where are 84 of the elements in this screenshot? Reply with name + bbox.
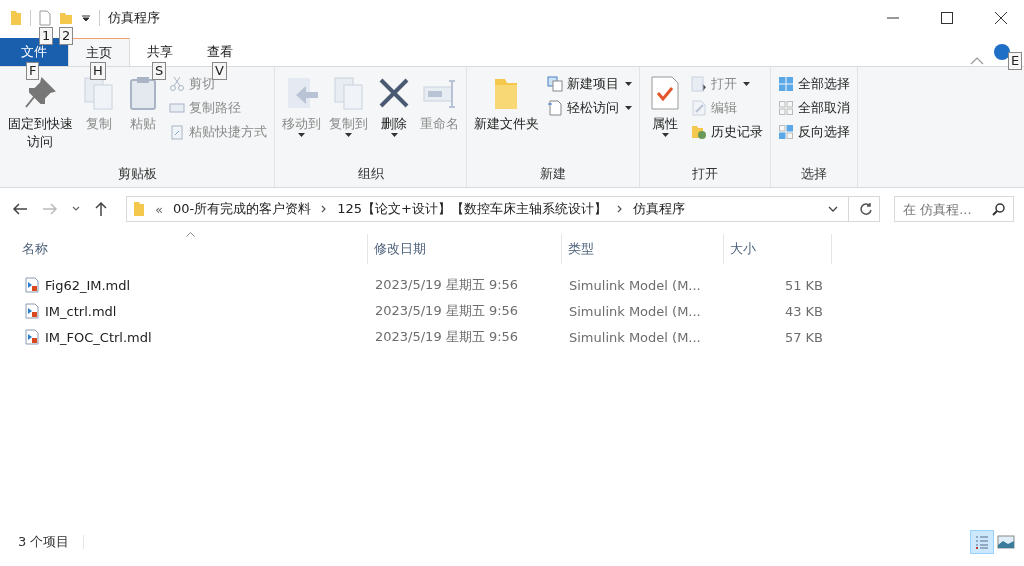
ribbon-button[interactable]: 全部选择 bbox=[775, 73, 853, 95]
table-cell-text: Simulink Model (M... bbox=[568, 303, 702, 319]
file-name[interactable]: IM_FOC_Ctrl.mdl bbox=[45, 329, 152, 345]
sort-caret-icon bbox=[186, 232, 195, 237]
keytip: V bbox=[212, 62, 227, 80]
column-header[interactable]: 修改日期 bbox=[374, 240, 426, 258]
grid-icon bbox=[778, 124, 794, 140]
new-item-icon bbox=[547, 76, 563, 92]
maximize-icon[interactable] bbox=[941, 12, 953, 24]
caret-icon bbox=[345, 133, 352, 137]
grid-icon bbox=[778, 100, 794, 116]
model-file-icon bbox=[25, 303, 39, 319]
overflow-chevron[interactable]: « bbox=[155, 201, 163, 217]
table-cell-text: 57 KB bbox=[783, 329, 824, 345]
dropdown-icon[interactable] bbox=[81, 13, 91, 23]
keytip: F bbox=[26, 62, 40, 80]
table-cell-text: 51 KB bbox=[783, 277, 824, 293]
ribbon-button[interactable]: 轻松访问 bbox=[544, 97, 635, 119]
up-arrow-icon[interactable] bbox=[94, 201, 108, 217]
group-label: 打开 bbox=[691, 165, 719, 183]
table-cell-text: 2023/5/19 星期五 9:56 bbox=[374, 328, 520, 346]
back-arrow-icon[interactable] bbox=[12, 202, 28, 216]
history-icon bbox=[691, 124, 707, 140]
group-label: 组织 bbox=[356, 165, 385, 183]
keytip: 1 bbox=[39, 27, 54, 45]
refresh-icon[interactable] bbox=[859, 202, 873, 216]
search-field[interactable]: 在 仿真程... bbox=[894, 196, 1014, 222]
column-header[interactable]: 名称 bbox=[22, 240, 48, 258]
path-icon bbox=[169, 100, 185, 116]
model-file-icon bbox=[25, 329, 39, 345]
file-name[interactable]: IM_ctrl.mdl bbox=[45, 303, 117, 319]
column-header[interactable]: 大小 bbox=[730, 240, 756, 258]
ribbon-button[interactable]: 新建项目 bbox=[544, 73, 635, 95]
keytip: S bbox=[152, 62, 167, 80]
caret-icon bbox=[743, 82, 750, 86]
chevron-right-icon[interactable] bbox=[616, 205, 623, 213]
edit-icon bbox=[691, 100, 707, 116]
scissors-icon bbox=[169, 76, 185, 92]
folder-icon bbox=[10, 10, 22, 26]
ribbon-button[interactable]: 历史记录 bbox=[688, 121, 766, 143]
ribbon-button[interactable]: 新建文件夹 bbox=[471, 71, 542, 165]
table-cell-text: Simulink Model (M... bbox=[568, 277, 702, 293]
ribbon-button[interactable]: 反向选择 bbox=[775, 121, 853, 143]
file-name[interactable]: Fig62_IM.mdl bbox=[45, 277, 131, 293]
group-label: 选择 bbox=[800, 165, 828, 183]
caret-icon bbox=[298, 133, 305, 137]
table-cell-text: 2023/5/19 星期五 9:56 bbox=[374, 276, 520, 294]
thumbnail-view-icon bbox=[997, 535, 1015, 549]
grid-icon bbox=[778, 76, 794, 92]
breadcrumb[interactable]: 00-所有完成的客户资料 bbox=[172, 200, 312, 218]
caret-icon bbox=[661, 133, 669, 137]
column-header[interactable]: 类型 bbox=[568, 240, 594, 258]
keytip: E bbox=[1008, 52, 1023, 70]
ribbon-button[interactable]: 删除 bbox=[373, 71, 415, 165]
table-cell-text: Simulink Model (M... bbox=[568, 329, 702, 345]
caret-icon bbox=[390, 133, 398, 137]
shortcut-icon bbox=[169, 124, 185, 140]
ribbon-button[interactable]: 属性 bbox=[644, 71, 686, 165]
document-icon bbox=[547, 100, 563, 116]
caret-icon bbox=[625, 106, 632, 110]
chevron-right-icon[interactable] bbox=[321, 205, 328, 213]
keytip: 2 bbox=[59, 27, 74, 45]
address-bar[interactable]: « 00-所有完成的客户资料 125【论文+设计】【数控车床主轴系统设计】 仿真程序 bbox=[126, 196, 880, 222]
collapse-icon[interactable] bbox=[970, 56, 984, 66]
table-cell-text: 43 KB bbox=[783, 303, 824, 319]
ribbon-tab[interactable]: 主页 bbox=[68, 38, 130, 66]
chevron-down-icon[interactable] bbox=[72, 206, 80, 212]
close-icon[interactable] bbox=[995, 12, 1007, 24]
search-icon[interactable] bbox=[992, 203, 1005, 216]
model-file-icon bbox=[25, 277, 39, 293]
group-label: 新建 bbox=[539, 165, 567, 183]
open-icon bbox=[691, 76, 707, 92]
keytip: H bbox=[90, 62, 106, 80]
table-cell-text: 2023/5/19 星期五 9:56 bbox=[374, 302, 520, 320]
caret-icon bbox=[625, 82, 632, 86]
chevron-down-icon[interactable] bbox=[828, 206, 838, 212]
breadcrumb[interactable]: 仿真程序 bbox=[632, 200, 685, 218]
folder-icon bbox=[133, 201, 145, 217]
group-label: 剪贴板 bbox=[116, 165, 158, 183]
window-title: 仿真程序 bbox=[108, 9, 160, 27]
item-count: 3 个项目 bbox=[18, 533, 70, 551]
ribbon-button[interactable]: 全部取消 bbox=[775, 97, 853, 119]
breadcrumb[interactable]: 125【论文+设计】【数控车床主轴系统设计】 bbox=[337, 200, 607, 218]
details-view-icon bbox=[974, 534, 990, 550]
